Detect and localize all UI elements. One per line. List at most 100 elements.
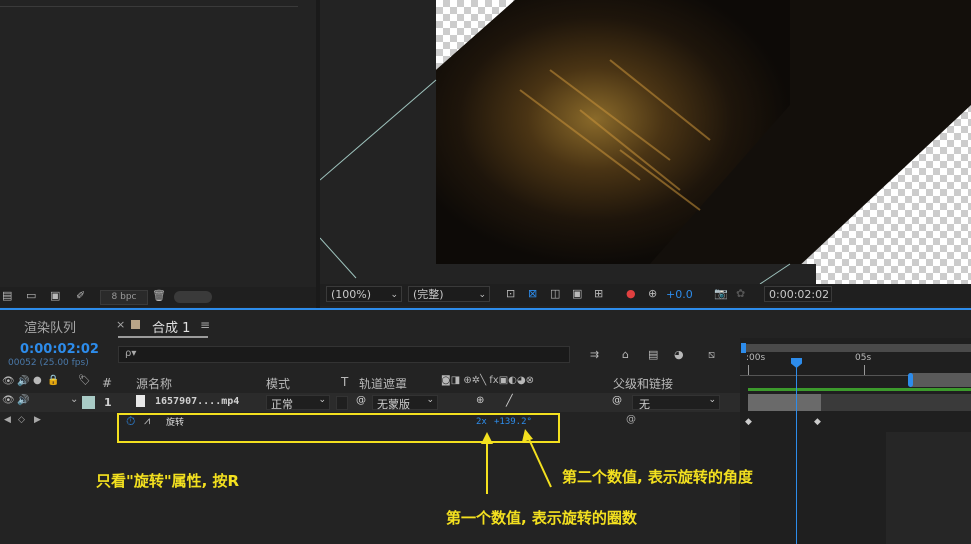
annotation-rotation-only: 只看"旋转"属性, 按R xyxy=(96,472,240,490)
footage-file-icon xyxy=(136,395,145,407)
snapshot-icon[interactable]: 📷 xyxy=(714,287,728,300)
expression-pickwhip-icon[interactable]: @ xyxy=(626,414,636,425)
current-time-display[interactable]: 0:00:02:02 xyxy=(20,342,99,357)
transparency-grid-icon[interactable]: ⊠ xyxy=(528,287,537,300)
new-composition-icon[interactable]: ▣ xyxy=(50,289,60,302)
track-matte-dropdown[interactable]: 无蒙版 ⌄ xyxy=(372,395,438,411)
col-track-matte: 轨道遮罩 xyxy=(359,377,408,391)
show-snapshot-icon[interactable]: ✿ xyxy=(736,287,745,300)
lock-icon[interactable]: 🔒 xyxy=(47,375,59,386)
ruler-start-label: :00s xyxy=(746,353,766,363)
expand-chevron-icon[interactable]: ⌄ xyxy=(70,394,78,405)
parent-value: 无 xyxy=(639,398,650,411)
guides-icon[interactable]: ⊞ xyxy=(594,287,603,300)
resolution-value: (完整) xyxy=(413,288,444,301)
pickwhip-icon[interactable]: @ xyxy=(612,395,622,406)
playhead-handle[interactable] xyxy=(791,358,802,368)
out-of-range-shade xyxy=(886,432,971,544)
annotation-revolutions: 第一个数值, 表示旋转的圈数 xyxy=(446,509,637,527)
prev-keyframe-icon[interactable]: ◀ xyxy=(4,415,11,425)
composition-color-swatch xyxy=(131,320,140,329)
layer-audio-icon[interactable]: 🔊 xyxy=(17,395,29,406)
next-keyframe-icon[interactable]: ▶ xyxy=(34,415,41,425)
search-icon: ρ▾ xyxy=(125,348,137,359)
highlight-box xyxy=(117,413,560,443)
motion-blur-icon[interactable]: ◕ xyxy=(674,348,684,361)
frame-info: 00052 (25.00 fps) xyxy=(8,358,89,368)
adjust-icon[interactable]: ✐ xyxy=(76,289,85,302)
color-management-icon[interactable]: ⊕ xyxy=(648,287,657,300)
timeline-graph-area[interactable]: :00s 05s ◆ ◆ xyxy=(740,338,971,544)
playhead-line[interactable] xyxy=(796,360,797,544)
switches-icons: ◙◨ ⊕✲╲ fx▣◐◕⊗ xyxy=(441,375,535,386)
layer-eye-icon[interactable]: 👁 xyxy=(2,395,15,406)
matte-link-icon[interactable]: @ xyxy=(356,395,366,406)
work-area-start-handle[interactable] xyxy=(741,343,746,353)
parent-dropdown[interactable]: 无 ⌄ xyxy=(632,395,720,411)
project-toolbar: ▤ ▭ ▣ ✐ 8 bpc 🗑 xyxy=(0,287,316,307)
graph-editor-icon[interactable]: ⧅ xyxy=(708,348,715,362)
keyframe-icon[interactable]: ◆ xyxy=(745,417,752,427)
resolution-dropdown[interactable]: (完整) ⌄ xyxy=(408,286,490,302)
trash-icon[interactable]: 🗑 xyxy=(152,289,166,302)
audio-icon[interactable]: 🔊 xyxy=(17,376,29,387)
col-t: T xyxy=(341,375,349,389)
zoom-slider[interactable] xyxy=(174,291,212,303)
region-of-interest-icon[interactable]: ▣ xyxy=(572,287,582,300)
interpret-footage-icon[interactable]: ▤ xyxy=(2,289,12,302)
search-input[interactable]: ρ▾ xyxy=(118,346,570,363)
mode-dropdown[interactable]: 正常 ⌄ xyxy=(266,395,330,411)
channel-icon[interactable]: ● xyxy=(626,287,636,300)
mode-value: 正常 xyxy=(271,398,293,411)
layer-index: 1 xyxy=(104,396,112,409)
layer-bar-rest xyxy=(821,394,971,411)
project-list-edge xyxy=(0,0,298,7)
zoom-dropdown[interactable]: (100%) ⌄ xyxy=(326,286,402,302)
label-icon[interactable]: 🏷 xyxy=(78,375,91,386)
eye-icon[interactable]: 👁 xyxy=(2,376,15,387)
layer-label-swatch[interactable] xyxy=(82,396,95,409)
chevron-down-icon: ⌄ xyxy=(478,290,486,300)
close-tab-icon[interactable]: × xyxy=(116,318,125,331)
solo-icon[interactable]: ● xyxy=(33,375,42,386)
ruler-tick xyxy=(748,365,749,375)
panel-menu-icon[interactable]: ≡ xyxy=(200,318,210,332)
chevron-down-icon: ⌄ xyxy=(708,395,716,405)
zoom-value: (100%) xyxy=(331,288,372,301)
shy-switch-icon[interactable]: ⊕ xyxy=(476,395,484,406)
fast-preview-icon[interactable]: ⊡ xyxy=(506,287,515,300)
timeline-header: 0:00:02:02 00052 (25.00 fps) ρ▾ ⇉ ⌂ ▤ ◕ … xyxy=(0,338,740,374)
col-source-name[interactable]: 源名称 xyxy=(136,375,172,392)
frame-blending-icon[interactable]: ▤ xyxy=(648,348,658,361)
preserve-transparency-box[interactable] xyxy=(336,396,348,410)
comp-flowchart-icon[interactable]: ⇉ xyxy=(590,348,599,361)
layer-name[interactable]: 1657907....mp4 xyxy=(155,396,239,407)
project-panel xyxy=(0,0,316,290)
mask-visibility-icon[interactable]: ◫ xyxy=(550,287,560,300)
layer-row[interactable]: 👁 🔊 ⌄ 1 1657907....mp4 正常 ⌄ @ 无蒙版 ⌄ ⊕ ╱ … xyxy=(0,393,740,412)
add-keyframe-icon[interactable]: ◇ xyxy=(18,415,25,425)
composition-viewer[interactable] xyxy=(320,0,971,284)
rotated-video-frame xyxy=(320,0,971,284)
tab-render-queue[interactable]: 渲染队列 xyxy=(24,317,76,336)
chevron-down-icon: ⌄ xyxy=(318,395,326,405)
col-mode: 模式 xyxy=(266,377,291,391)
work-area-end-handle[interactable] xyxy=(908,373,913,387)
new-folder-icon[interactable]: ▭ xyxy=(26,289,36,302)
chevron-down-icon: ⌄ xyxy=(426,395,434,405)
annotation-angle: 第二个数值, 表示旋转的角度 xyxy=(562,468,753,486)
comp-end-region xyxy=(910,373,971,387)
bpc-button[interactable]: 8 bpc xyxy=(100,290,148,305)
render-bar xyxy=(748,388,971,391)
chevron-down-icon: ⌄ xyxy=(390,290,398,300)
exposure-value[interactable]: +0.0 xyxy=(666,288,693,301)
quality-switch-icon[interactable]: ╱ xyxy=(506,394,513,407)
layer-duration-bar[interactable] xyxy=(748,394,821,411)
keyframe-icon[interactable]: ◆ xyxy=(814,417,821,427)
tab-composition[interactable]: 合成 1 xyxy=(152,317,190,336)
col-parent-link: 父级和链接 xyxy=(613,377,674,391)
work-area-bar[interactable] xyxy=(744,344,971,352)
viewer-timecode[interactable]: 0:00:02:02 xyxy=(764,286,832,302)
matte-value: 无蒙版 xyxy=(377,398,410,411)
draft-3d-icon[interactable]: ⌂ xyxy=(622,348,629,361)
